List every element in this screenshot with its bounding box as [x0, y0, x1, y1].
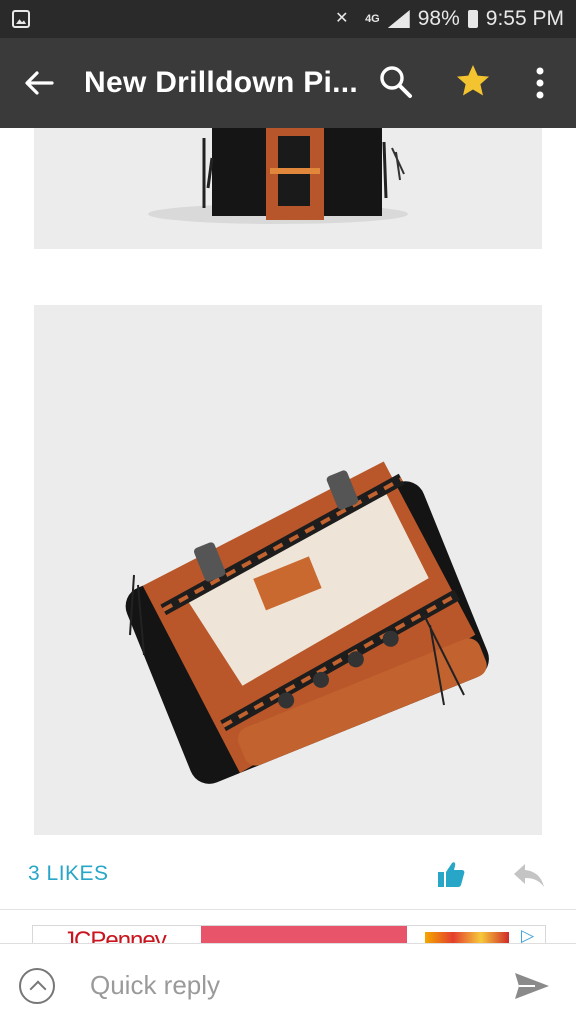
more-vert-icon[interactable]	[528, 66, 552, 100]
clock: 9:55 PM	[485, 7, 564, 30]
expand-up-icon[interactable]	[19, 968, 55, 1004]
likes-count[interactable]: 3 LIKES	[28, 862, 109, 886]
quick-reply-input[interactable]: Quick reply	[90, 970, 220, 1001]
status-icons: 4G 98% 9:55 PM	[335, 6, 564, 32]
page-title: New Drilldown Pi...	[84, 66, 359, 99]
mute-icon	[335, 8, 357, 28]
post-image-bag-front[interactable]	[34, 128, 542, 249]
app-toolbar: New Drilldown Pi...	[0, 38, 576, 128]
thumbs-up-icon[interactable]	[436, 859, 466, 889]
back-arrow-icon[interactable]	[22, 66, 56, 100]
ad-red-panel	[201, 926, 407, 944]
gallery-notification-icon	[12, 10, 30, 28]
post-image-bag-open[interactable]	[34, 305, 542, 835]
status-bar: 4G 98% 9:55 PM	[0, 0, 576, 38]
signal-icon	[387, 10, 410, 28]
advertisement-banner[interactable]: JCPenney ▷	[32, 925, 546, 944]
divider	[0, 909, 576, 910]
network-label: 4G	[365, 12, 380, 25]
search-icon[interactable]	[378, 64, 414, 100]
reply-icon[interactable]	[512, 860, 546, 890]
adchoices-icon[interactable]: ▷	[521, 926, 534, 944]
ad-brand: JCPenney	[63, 927, 167, 944]
star-icon[interactable]	[454, 62, 492, 100]
send-icon[interactable]	[513, 971, 551, 1001]
quick-reply-bar: Quick reply	[0, 943, 576, 1025]
battery-percent: 98%	[417, 7, 460, 30]
battery-icon	[467, 10, 478, 28]
